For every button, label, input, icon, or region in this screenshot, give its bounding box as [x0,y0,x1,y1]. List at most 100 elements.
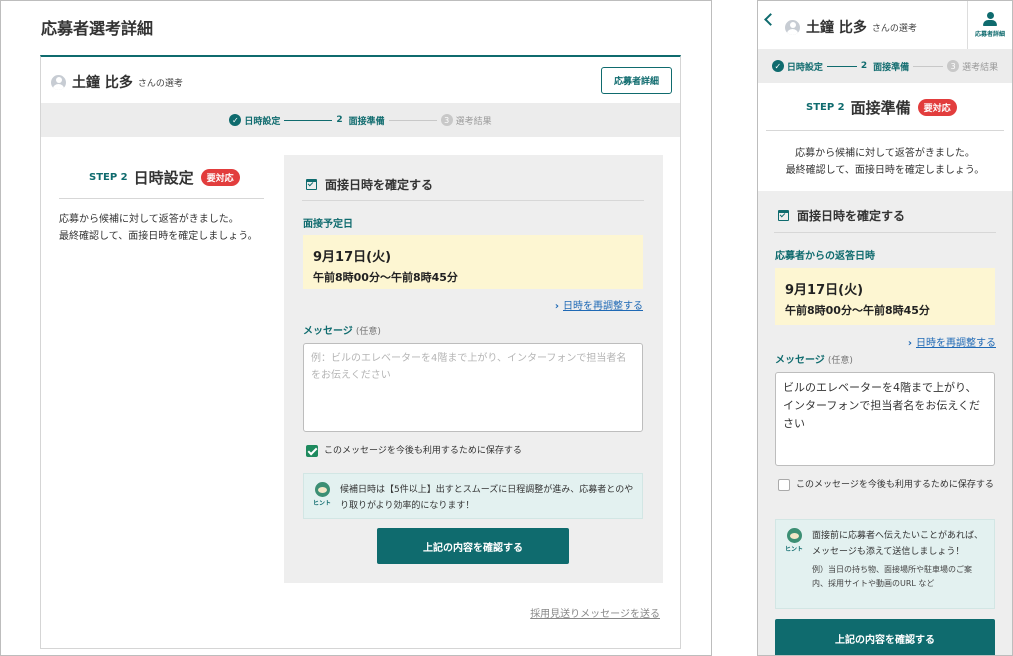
message-input[interactable]: 例：ビルのエレベーターを4階まで上がり、インターフォンで担当者名をお伝えください [303,343,643,432]
step-2-number: 2 [860,61,868,71]
optional-tag: (任意) [355,327,381,337]
step-3: 3 選考結果 [947,60,998,73]
step-1: ✓ 日時設定 [771,60,823,73]
step-1: ✓ 日時設定 [229,114,280,127]
interview-time: 午前8時00分〜午前8時45分 [313,271,458,284]
action-required-badge: 要対応 [917,99,957,116]
optional-tag: (任意) [827,356,853,366]
step-connector [913,65,944,67]
hint-text: 候補日時は【5件以上】出すとスムーズに日程調整が進み、応募者とのやり取りがより効… [340,485,634,511]
step-3-number: 3 [440,114,453,126]
step-title: 面接準備 [850,99,911,117]
step-number-label: STEP 2 [89,172,128,183]
step-3-number: 3 [947,60,960,72]
check-icon: ✓ [229,114,242,126]
step-2-label: 面接準備 [348,116,385,127]
instruction-line: 応募から候補に対して返答がきました。 [59,214,239,225]
divider [774,232,996,233]
save-message-row[interactable]: このメッセージを今後も利用するために保存する [778,478,998,492]
message-label: メッセージ (任意) [775,351,853,366]
candidate-suffix: さんの選考 [137,78,183,89]
step-connector [826,65,857,67]
page-title: 応募者選考詳細 [41,19,154,38]
step-3: 3 選考結果 [440,114,492,127]
step-title: 日時設定 [133,169,194,187]
step-3-label: 選考結果 [962,62,999,73]
hint-content: 面接前に応募者へ伝えたいことがあれば、メッセージも添えて送信しましょう！ 例）当… [812,528,986,591]
applicant-detail-label: 応募者詳細 [974,31,1005,38]
hint-icon: ヒント [312,482,332,507]
send-rejection-link[interactable]: 採用見送りメッセージを送る [530,605,660,620]
save-message-label: このメッセージを今後も利用するために保存する [796,480,994,490]
divider [302,200,644,201]
save-message-checkbox[interactable] [306,445,318,457]
calendar-check-icon [306,179,317,190]
reschedule-link-label: 日時を再調整する [563,301,643,312]
step-3-label: 選考結果 [455,116,492,127]
hint-mascot-icon [786,528,802,543]
save-message-label: このメッセージを今後も利用するために保存する [324,446,522,456]
step-1-label: 日時設定 [244,116,281,127]
panel-heading: 面接日時を確定する [778,207,905,224]
step-2: 2 面接準備 [861,60,909,73]
calendar-check-icon [778,210,789,221]
candidate-name: 土鐘 比多 [806,20,867,36]
hint-box: ヒント 面接前に応募者へ伝えたいことがあれば、メッセージも添えて送信しましょう！… [775,519,995,609]
back-chevron-icon[interactable] [764,13,777,26]
step-2: 2 面接準備 [336,114,384,127]
date-label: 面接予定日 [303,219,353,230]
step-2-label: 面接準備 [873,62,910,73]
step-connector [388,119,437,121]
confirm-button[interactable]: 上記の内容を確認する [775,619,995,655]
instruction-line: 最終確認して、面接日時を確定しましょう。 [59,231,258,242]
date-label: 応募者からの返答日時 [775,251,875,262]
reschedule-link[interactable]: › 日時を再調整する [908,334,996,349]
hint-example: 例）当日の持ち物、面接場所や駐車場のご案内、採用サイトや動画のURL など [812,565,972,588]
hint-text: 面接前に応募者へ伝えたいことがあれば、メッセージも添えて送信しましょう！ [812,531,984,557]
save-message-checkbox[interactable] [778,479,790,491]
applicant-detail-button[interactable]: 応募者詳細 [601,67,672,94]
check-icon: ✓ [771,60,784,72]
hint-icon-label: ヒント [312,500,331,507]
applicant-detail-button[interactable]: 応募者詳細 [967,1,1012,49]
reschedule-link[interactable]: › 日時を再調整する [555,297,643,312]
desktop-view: 応募者選考詳細 土鐘 比多 さんの選考 応募者詳細 ✓ 日時設定 2 面接準備 … [0,0,712,656]
panel-title: 面接日時を確定する [325,178,434,192]
confirm-panel: 面接日時を確定する 面接予定日 9月17日(火) 午前8時00分〜午前8時45分… [284,155,663,583]
selection-card: 土鐘 比多 さんの選考 応募者詳細 ✓ 日時設定 2 面接準備 3 選考結果 S… [40,55,681,649]
candidate-header: 土鐘 比多 さんの選考 [785,17,917,37]
interview-date: 9月17日(火) [785,283,864,298]
reschedule-link-label: 日時を再調整する [916,338,996,349]
chevron-right-icon: › [907,338,912,349]
message-label-text: メッセージ [303,326,353,337]
step-2-number: 2 [336,115,343,125]
panel-title: 面接日時を確定する [797,209,906,223]
step-connector [284,119,333,121]
instruction-text: 応募から候補に対して返答がきました。 最終確認して、面接日時を確定しましょう。 [59,211,258,245]
message-label-text: メッセージ [775,355,825,366]
instruction-text: 応募から候補に対して返答がきました。 最終確認して、面接日時を確定しましょう。 [758,145,1012,179]
user-icon [983,12,997,26]
message-input[interactable]: ビルのエレベーターを4階まで上がり、インターフォンで担当者名をお伝えください [775,372,995,466]
avatar-icon [51,74,66,90]
instruction-line: 応募から候補に対して返答がきました。 [795,148,975,159]
confirm-panel: 面接日時を確定する 応募者からの返答日時 9月17日(火) 午前8時00分〜午前… [758,191,1012,655]
interview-date: 9月17日(火) [313,250,392,265]
step-heading: STEP 2 日時設定 要対応 [89,167,240,188]
candidate-name: 土鐘 比多 [72,75,133,91]
step-heading: STEP 2 面接準備 要対応 [806,97,957,118]
interview-date-box: 9月17日(火) 午前8時00分〜午前8時45分 [303,235,643,289]
step-number-label: STEP 2 [806,102,845,113]
chevron-right-icon: › [554,301,559,312]
progress-stepper: ✓ 日時設定 2 面接準備 3 選考結果 [758,49,1012,83]
panel-heading: 面接日時を確定する [306,176,433,193]
candidate-header: 土鐘 比多 さんの選考 [51,72,183,92]
confirm-button[interactable]: 上記の内容を確認する [377,528,569,564]
divider [59,198,264,199]
hint-mascot-icon [314,482,330,497]
candidate-suffix: さんの選考 [871,23,917,34]
mobile-view: 土鐘 比多 さんの選考 応募者詳細 ✓ 日時設定 2 面接準備 3 選考結果 S… [757,0,1013,656]
avatar-icon [785,19,800,35]
save-message-row[interactable]: このメッセージを今後も利用するために保存する [306,444,522,458]
hint-icon: ヒント [784,528,804,553]
